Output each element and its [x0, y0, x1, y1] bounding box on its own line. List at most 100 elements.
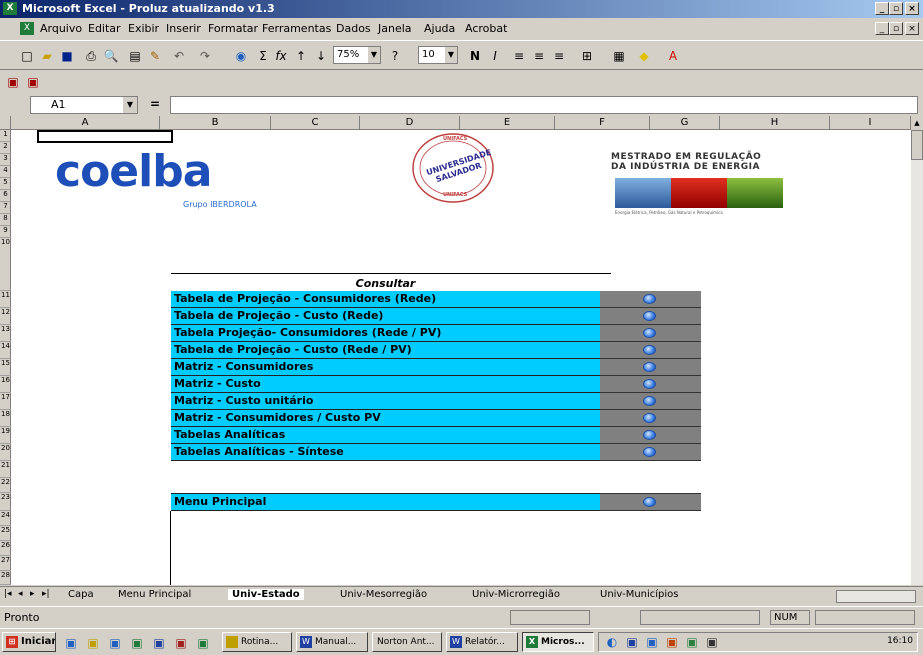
row-header[interactable]: 23	[0, 493, 11, 511]
menu-item-button[interactable]	[600, 393, 701, 410]
row-header[interactable]: 7	[0, 202, 11, 214]
sheet-tab-univ-mesorregiao[interactable]: Univ-Mesorregião	[340, 589, 427, 600]
redo-icon[interactable]: ↷	[196, 47, 214, 65]
row-header[interactable]: 25	[0, 526, 11, 541]
column-header[interactable]: F	[555, 116, 650, 130]
menu-item-button[interactable]	[600, 342, 701, 359]
merge-icon[interactable]: ⊞	[578, 47, 596, 65]
sheet-tab-capa[interactable]: Capa	[68, 589, 94, 600]
button-dot-icon[interactable]	[643, 294, 656, 304]
pdf-icon[interactable]: ▣	[4, 73, 22, 91]
row-header[interactable]: 5	[0, 178, 11, 190]
menu-item-button[interactable]	[600, 325, 701, 342]
row-header[interactable]: 12	[0, 308, 11, 325]
menu-item-button[interactable]	[600, 410, 701, 427]
undo-icon[interactable]: ↶	[170, 47, 188, 65]
sheet-tab-univ-estado[interactable]: Univ-Estado	[228, 589, 304, 600]
menu-item-button[interactable]	[600, 291, 701, 308]
menu-item-button[interactable]	[600, 427, 701, 444]
menu-ferramentas[interactable]: Ferramentas	[262, 22, 331, 35]
button-dot-icon[interactable]	[643, 413, 656, 423]
restore-button[interactable]: ▫	[889, 2, 903, 15]
row-header[interactable]: 3	[0, 154, 11, 166]
doc-restore-button[interactable]: ▫	[889, 22, 903, 35]
worksheet-grid[interactable]: coelba Grupo IBERDROLA UNIFACS UNIVERSID…	[11, 130, 911, 585]
button-dot-icon[interactable]	[643, 497, 656, 507]
menu-item-button[interactable]	[600, 308, 701, 325]
row-header[interactable]: 17	[0, 393, 11, 410]
column-header[interactable]: A	[11, 116, 160, 130]
prev-sheet-icon[interactable]: ◂	[18, 589, 23, 599]
select-all-corner[interactable]	[0, 116, 11, 130]
row-header[interactable]: 22	[0, 478, 11, 493]
fill-color-icon[interactable]: ◆	[635, 47, 653, 65]
task-norton[interactable]: Norton Ant...	[372, 632, 442, 652]
button-dot-icon[interactable]	[643, 311, 656, 321]
vertical-scrollbar[interactable]: ▲	[911, 116, 923, 585]
row-header[interactable]: 1	[0, 130, 11, 142]
row-header[interactable]: 28	[0, 571, 11, 585]
formula-input[interactable]	[170, 96, 918, 114]
quicklaunch-outlook-icon[interactable]: ▣	[106, 634, 124, 652]
italic-icon[interactable]: I	[486, 47, 504, 65]
font-size-select[interactable]: 10 ▼	[418, 46, 458, 64]
sort-ascending-icon[interactable]: ↑	[292, 47, 310, 65]
active-cell-a1[interactable]	[37, 130, 173, 143]
menu-item-button[interactable]	[600, 376, 701, 393]
print-preview-icon[interactable]: 🔍	[102, 47, 120, 65]
align-right-icon[interactable]: ≡	[550, 47, 568, 65]
quicklaunch-app-icon[interactable]: ▣	[194, 634, 212, 652]
button-dot-icon[interactable]	[643, 362, 656, 372]
task-rotina[interactable]: Rotina...	[222, 632, 292, 652]
zoom-select[interactable]: 75% ▼	[333, 46, 381, 64]
formula-equals[interactable]: =	[150, 97, 160, 111]
excel-app-icon[interactable]: X	[3, 2, 17, 15]
print-icon[interactable]: ⎙	[82, 47, 100, 65]
tray-icon[interactable]: ▣	[683, 633, 701, 651]
save-icon[interactable]: ■	[58, 47, 76, 65]
column-header[interactable]: C	[271, 116, 360, 130]
open-icon[interactable]: ▰	[38, 47, 56, 65]
button-dot-icon[interactable]	[643, 328, 656, 338]
borders-icon[interactable]: ▦	[610, 47, 628, 65]
main-menu-button[interactable]	[600, 493, 701, 511]
quicklaunch-word-icon[interactable]: ▣	[150, 634, 168, 652]
horizontal-scrollbar[interactable]	[836, 590, 916, 603]
task-manual[interactable]: W Manual...	[296, 632, 368, 652]
menu-arquivo[interactable]: Arquivo	[40, 22, 82, 35]
row-header[interactable]: 20	[0, 444, 11, 461]
column-header[interactable]: I	[830, 116, 911, 130]
format-painter-icon[interactable]: ✎	[146, 47, 164, 65]
button-dot-icon[interactable]	[643, 430, 656, 440]
doc-close-button[interactable]: ×	[905, 22, 919, 35]
workbook-icon[interactable]: X	[20, 22, 34, 35]
hyperlink-icon[interactable]: ◉	[232, 47, 250, 65]
sheet-tab-univ-microrregiao[interactable]: Univ-Microrregião	[472, 589, 560, 600]
help-icon[interactable]: ?	[386, 47, 404, 65]
sheet-tab-menu-principal[interactable]: Menu Principal	[118, 589, 191, 600]
tray-language-icon[interactable]: ▣	[623, 633, 641, 651]
tray-icon[interactable]: ▣	[703, 633, 721, 651]
menu-inserir[interactable]: Inserir	[166, 22, 201, 35]
row-header[interactable]: 13	[0, 325, 11, 342]
button-dot-icon[interactable]	[643, 396, 656, 406]
row-header[interactable]: 10	[0, 238, 11, 291]
sort-descending-icon[interactable]: ↓	[312, 47, 330, 65]
menu-item-button[interactable]	[600, 359, 701, 376]
align-left-icon[interactable]: ≡	[510, 47, 528, 65]
sheet-tab-univ-municipios[interactable]: Univ-Municípios	[600, 589, 679, 600]
next-sheet-icon[interactable]: ▸	[30, 589, 35, 599]
tray-icon[interactable]: ◐	[603, 633, 621, 651]
row-header[interactable]: 6	[0, 190, 11, 202]
row-header[interactable]: 19	[0, 427, 11, 444]
menu-formatar[interactable]: Formatar	[208, 22, 258, 35]
new-icon[interactable]: □	[18, 47, 36, 65]
pdf-email-icon[interactable]: ▣	[24, 73, 42, 91]
tray-icon[interactable]: ▣	[663, 633, 681, 651]
row-header[interactable]: 21	[0, 461, 11, 478]
paste-icon[interactable]: ▤	[126, 47, 144, 65]
column-header[interactable]: G	[650, 116, 720, 130]
row-header[interactable]: 9	[0, 226, 11, 238]
row-header[interactable]: 2	[0, 142, 11, 154]
menu-ajuda[interactable]: Ajuda	[424, 22, 455, 35]
